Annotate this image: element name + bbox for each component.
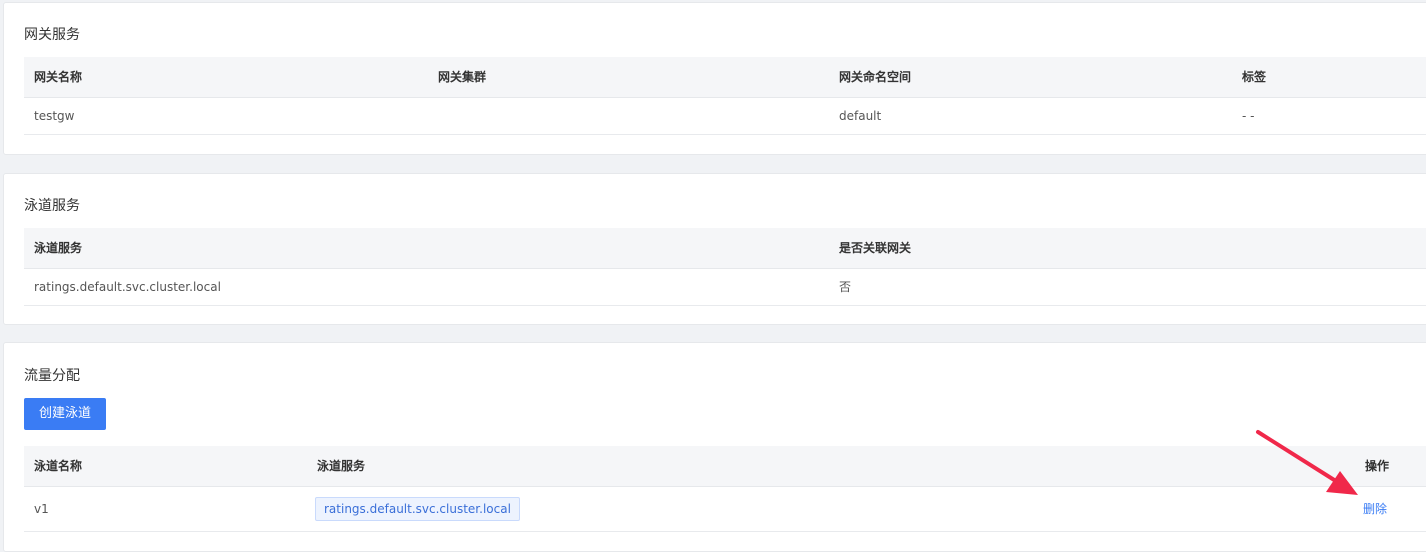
lane-service-tag: ratings.default.svc.cluster.local	[315, 497, 520, 521]
lane-name-cell: v1	[34, 502, 49, 516]
lane-service-title: 泳道服务	[24, 198, 80, 214]
col-gateway-cluster: 网关集群	[438, 70, 487, 84]
lane-service-table-header: 泳道服务 是否关联网关	[24, 228, 1426, 269]
traffic-allocation-title: 流量分配	[24, 368, 80, 384]
gateway-namespace-cell: default	[839, 109, 882, 123]
col-gateway-namespace: 网关命名空间	[839, 70, 912, 84]
col-linked-gateway: 是否关联网关	[839, 241, 912, 255]
gateway-service-card: 网关服务 网关名称 网关集群 网关命名空间 标签 testgw default …	[3, 2, 1426, 155]
lane-service-cell: ratings.default.svc.cluster.local	[34, 280, 221, 294]
linked-gateway-cell: 否	[839, 280, 852, 294]
col-lane-name: 泳道名称	[34, 459, 83, 473]
traffic-table-header: 泳道名称 泳道服务 操作	[24, 446, 1426, 487]
col-lane-service: 泳道服务	[34, 241, 83, 255]
gateway-table: 网关名称 网关集群 网关命名空间 标签 testgw default - -	[24, 57, 1426, 135]
gateway-service-title: 网关服务	[24, 27, 80, 43]
delete-link[interactable]: 删除	[1363, 487, 1387, 531]
col-traffic-lane-service: 泳道服务	[317, 459, 366, 473]
create-lane-button[interactable]: 创建泳道	[24, 398, 106, 430]
gateway-labels-cell: - -	[1242, 109, 1255, 123]
table-row: testgw default - -	[24, 98, 1426, 135]
col-action: 操作	[1365, 459, 1390, 473]
gateway-table-header: 网关名称 网关集群 网关命名空间 标签	[24, 57, 1426, 98]
col-gateway-name: 网关名称	[34, 70, 83, 84]
table-row: ratings.default.svc.cluster.local 否	[24, 269, 1426, 306]
traffic-table: 泳道名称 泳道服务 操作 v1 ratings.default.svc.clus…	[24, 446, 1426, 532]
lane-service-table: 泳道服务 是否关联网关 ratings.default.svc.cluster.…	[24, 228, 1426, 306]
col-gateway-labels: 标签	[1242, 70, 1267, 84]
gateway-name-cell: testgw	[34, 109, 75, 123]
table-row: v1 ratings.default.svc.cluster.local 删除	[24, 487, 1426, 532]
traffic-allocation-card: 流量分配 创建泳道 泳道名称 泳道服务 操作 v1 ratings.defaul…	[3, 342, 1426, 552]
lane-service-card: 泳道服务 泳道服务 是否关联网关 ratings.default.svc.clu…	[3, 173, 1426, 325]
